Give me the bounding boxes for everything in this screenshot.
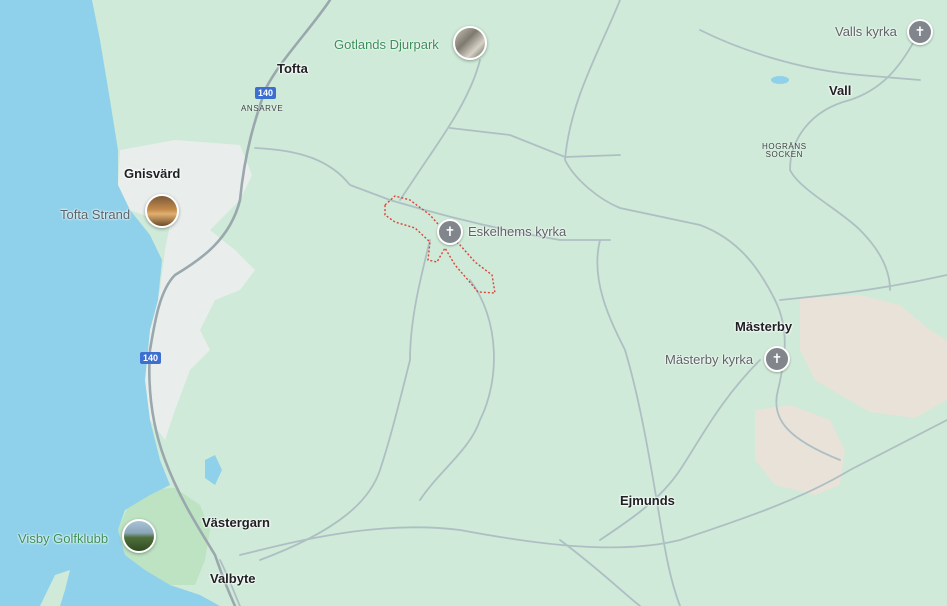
place-label-hograns-socken[interactable]: HOGRÄNS SOCKEN — [762, 143, 807, 159]
place-label-ejmunds[interactable]: Ejmunds — [620, 494, 675, 507]
poi-label-djurpark[interactable]: Gotlands Djurpark — [334, 38, 439, 51]
lake — [771, 76, 789, 84]
djurpark-photo-marker[interactable] — [453, 26, 487, 60]
route-140-shield: 140 — [140, 352, 162, 364]
place-label-valbyte[interactable]: Valbyte — [210, 572, 256, 585]
poi-label-masterby-kyrka[interactable]: Mästerby kyrka — [665, 353, 753, 366]
church-cross-icon[interactable]: ✝ — [764, 346, 790, 372]
poi-label-golfklubb[interactable]: Visby Golfklubb — [18, 532, 108, 545]
poi-label-valls-kyrka[interactable]: Valls kyrka — [835, 25, 897, 38]
poi-label-tofta-strand[interactable]: Tofta Strand — [60, 208, 130, 221]
poi-label-eskelhems-kyrka[interactable]: Eskelhems kyrka — [468, 225, 566, 238]
church-cross-icon[interactable]: ✝ — [907, 19, 933, 45]
place-label-vall[interactable]: Vall — [829, 84, 851, 97]
place-label-ansarve[interactable]: ANSARVE — [241, 105, 283, 113]
tofta-strand-photo-marker[interactable] — [145, 194, 179, 228]
place-label-vastergarn[interactable]: Västergarn — [202, 516, 270, 529]
place-label-gnisvard[interactable]: Gnisvärd — [124, 167, 180, 180]
place-label-tofta[interactable]: Tofta — [277, 62, 308, 75]
place-label-masterby[interactable]: Mästerby — [735, 320, 792, 333]
church-cross-icon[interactable]: ✝ — [437, 219, 463, 245]
map-canvas[interactable] — [0, 0, 947, 606]
route-140-shield: 140 — [255, 87, 277, 99]
golfklubb-photo-marker[interactable] — [122, 519, 156, 553]
area-label-line: SOCKEN — [765, 150, 804, 159]
